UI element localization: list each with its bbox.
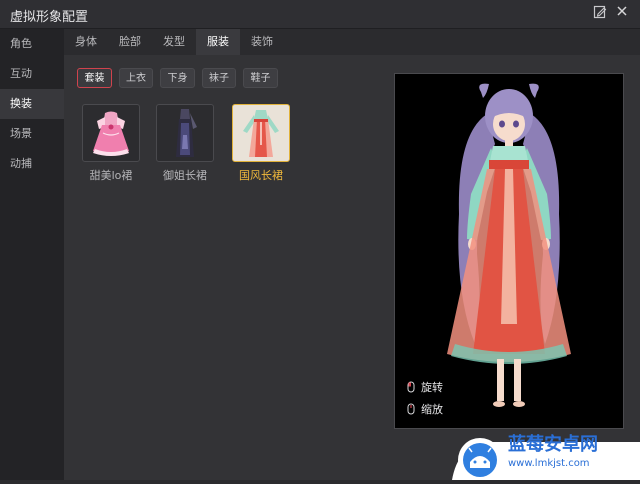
rotate-hint: 旋转 [405,380,443,396]
avatar-preview[interactable]: 旋转 缩放 [394,73,624,429]
zoom-hint-label: 缩放 [421,403,443,416]
site-watermark: 蓝莓安卓网 www.lmkjst.com [438,422,640,482]
rotate-hint-label: 旋转 [421,381,443,394]
avatar-figure [447,83,571,407]
sidebar-item-character[interactable]: 角色 [0,29,64,59]
sidebar: 角色 互动 换装 场景 动捕 [0,29,64,480]
subtab-socks[interactable]: 袜子 [202,68,236,88]
tab-body[interactable]: 身体 [64,29,108,55]
subtab-set[interactable]: 套装 [77,68,112,88]
hanfu-dress-icon [233,110,289,165]
subtab-top[interactable]: 上衣 [119,68,153,88]
edit-icon[interactable] [592,5,608,21]
window-title: 虚拟形象配置 [10,10,89,25]
pink-lolita-dress-icon [83,111,139,165]
title-bar: 虚拟形象配置 [0,0,640,29]
outfit-card-hanfu-long-dress[interactable] [232,104,290,162]
dark-long-dress-icon [157,109,213,165]
tab-hairstyle[interactable]: 发型 [152,29,196,55]
outfit-label-hanfu-long-dress: 国风长裙 [239,169,283,182]
subtab-shoes[interactable]: 鞋子 [243,68,278,88]
sidebar-item-outfit[interactable]: 换装 [0,89,64,119]
outfit-card-mature-long-dress[interactable] [156,104,214,162]
watermark-url: www.lmkjst.com [508,458,590,469]
category-tabs: 身体 脸部 发型 服装 装饰 [64,29,640,55]
sidebar-item-scene[interactable]: 场景 [0,119,64,149]
sidebar-item-motion-capture[interactable]: 动捕 [0,149,64,179]
content-panel: 套装 上衣 下身 袜子 鞋子 甜美lo裙 御姐长裙 国风长裙 旋转 缩放 [64,55,640,480]
zoom-mouse-icon [405,403,417,415]
tab-accessories[interactable]: 装饰 [240,29,284,55]
close-icon[interactable] [614,5,630,21]
outfit-card-sweet-lolita[interactable] [82,104,140,162]
tab-face[interactable]: 脸部 [108,29,152,55]
outfit-label-mature-long-dress: 御姐长裙 [163,169,207,182]
tab-clothing[interactable]: 服装 [196,29,240,55]
sidebar-item-interaction[interactable]: 互动 [0,59,64,89]
outfit-label-sweet-lolita: 甜美lo裙 [89,169,133,182]
watermark-brand: 蓝莓安卓网 [508,434,598,455]
zoom-hint: 缩放 [405,402,443,418]
rotate-mouse-icon [405,381,417,393]
subtab-bottom[interactable]: 下身 [160,68,195,88]
